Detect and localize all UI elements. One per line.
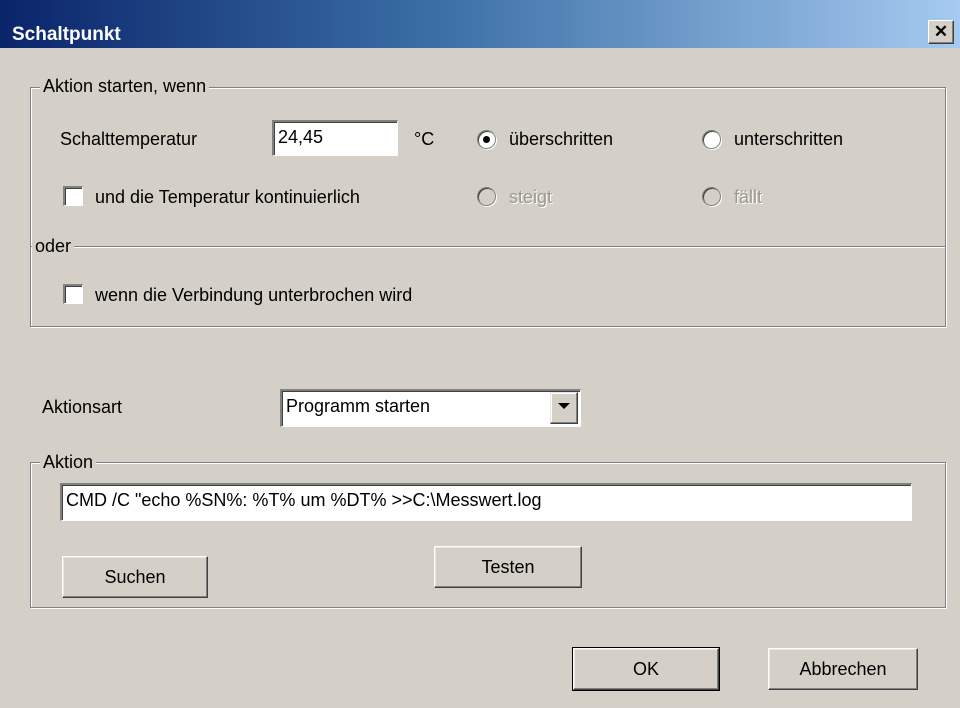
ok-button[interactable]: OK [572, 647, 720, 691]
radio-below[interactable] [702, 130, 721, 149]
radio-exceeded-label[interactable]: überschritten [509, 128, 613, 150]
radio-falling-label: fällt [734, 187, 763, 207]
continuous-checkbox[interactable] [63, 186, 83, 206]
action-type-label: Aktionsart [42, 397, 123, 417]
connection-checkbox-label[interactable]: wenn die Verbindung unterbrochen wird [95, 284, 412, 306]
temperature-input[interactable]: 24,45 [272, 120, 398, 156]
or-legend: oder [32, 236, 75, 256]
action-type-select[interactable]: Programm starten [280, 389, 581, 427]
condition-group-legend: Aktion starten, wenn [40, 76, 210, 96]
chevron-down-icon [558, 403, 570, 409]
search-button[interactable]: Suchen [62, 556, 208, 598]
action-group-legend: Aktion [40, 452, 97, 472]
cancel-button[interactable]: Abbrechen [768, 648, 918, 690]
test-button[interactable]: Testen [434, 546, 582, 588]
command-input[interactable]: CMD /C "echo %SN%: %T% um %DT% >>C:\Mess… [60, 483, 912, 521]
or-divider [31, 246, 945, 248]
radio-falling [702, 187, 721, 206]
radio-selected-dot [483, 136, 490, 143]
window-title: Schaltpunkt [12, 24, 121, 45]
close-icon: ✕ [933, 22, 949, 41]
radio-rising [477, 187, 496, 206]
radio-exceeded[interactable] [477, 130, 496, 149]
close-button[interactable]: ✕ [928, 20, 954, 44]
action-type-dropdown-button[interactable] [550, 392, 578, 424]
continuous-checkbox-label[interactable]: und die Temperatur kontinuierlich [95, 186, 360, 208]
title-bar: Schaltpunkt ✕ [0, 0, 960, 48]
radio-rising-label: steigt [509, 187, 553, 207]
temperature-label: Schalttemperatur [60, 129, 198, 149]
unit-label: °C [414, 129, 435, 149]
radio-below-label[interactable]: unterschritten [734, 128, 843, 150]
action-type-selected: Programm starten [286, 396, 431, 416]
connection-checkbox[interactable] [63, 284, 83, 304]
